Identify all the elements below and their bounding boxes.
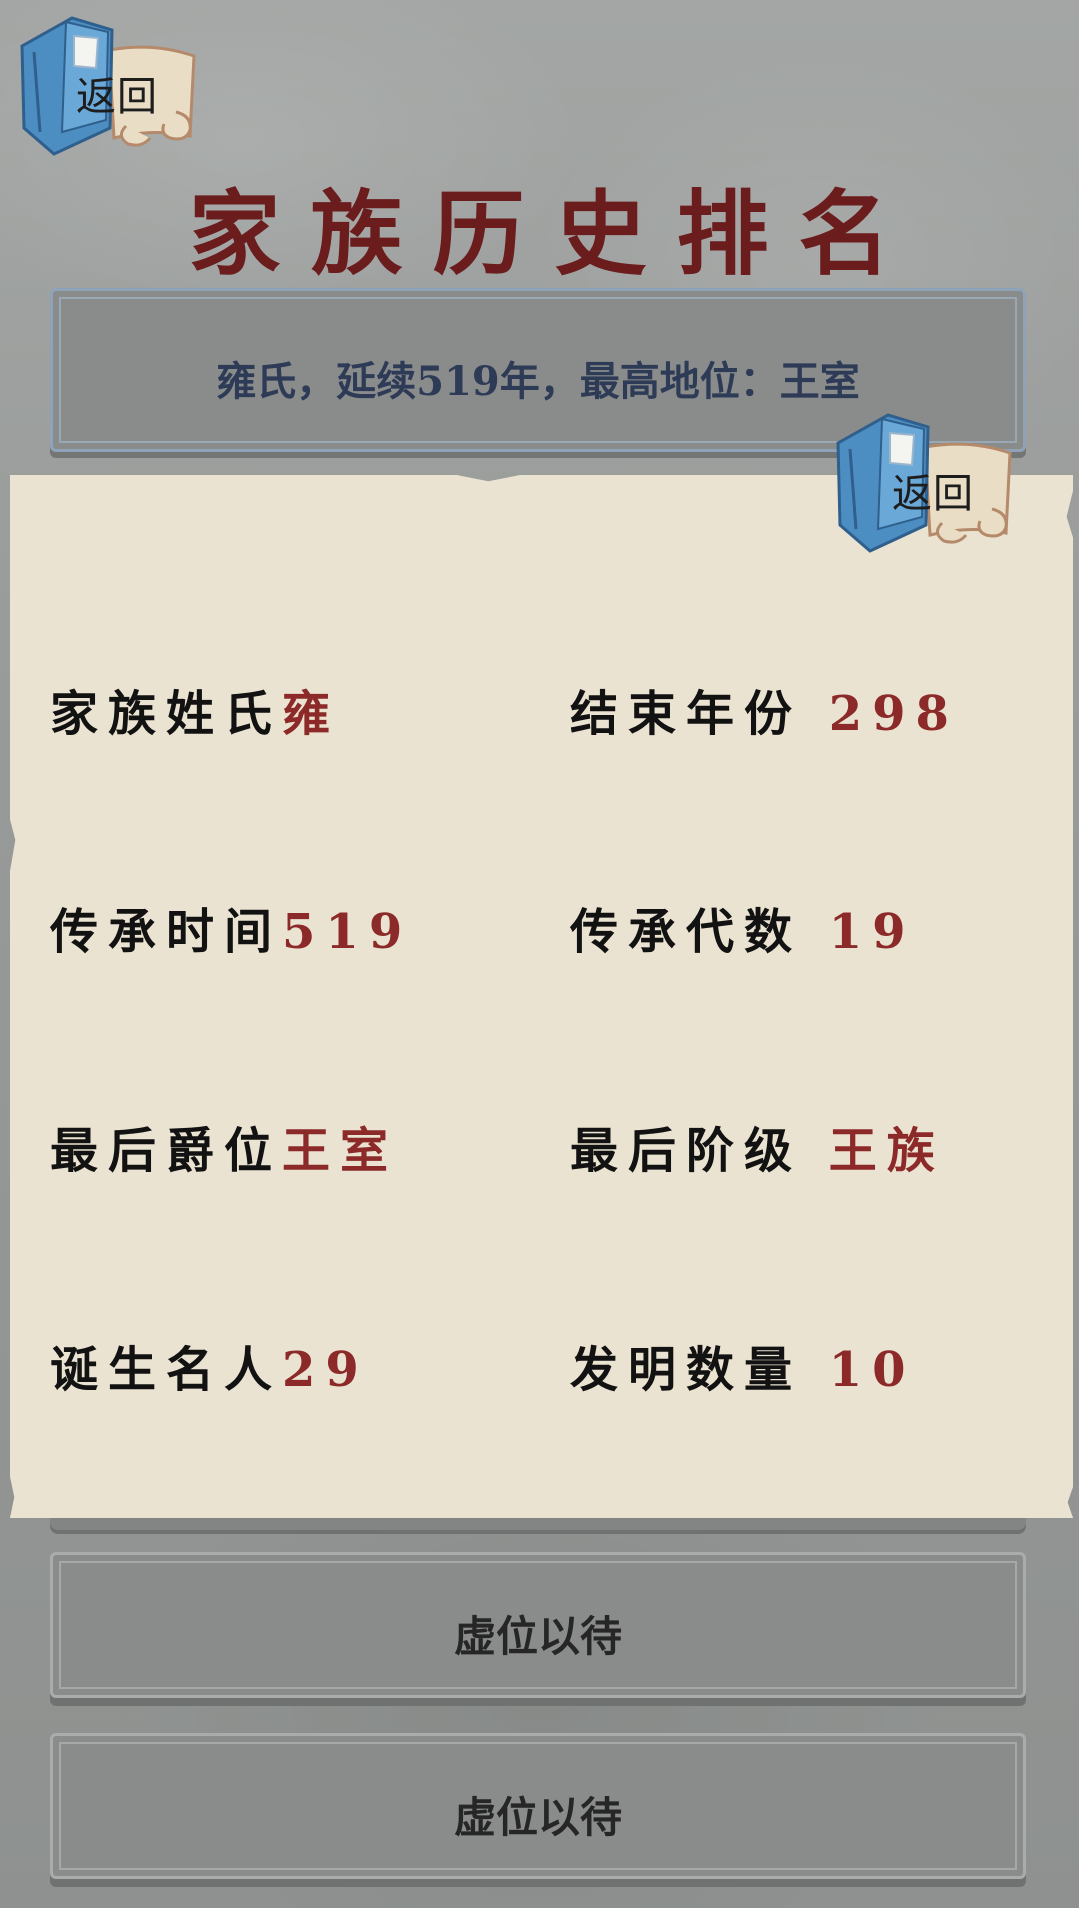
stat-value: 王室: [282, 1123, 399, 1179]
stat-value: 王族: [828, 1123, 945, 1179]
page-title: 家族历史排名: [188, 180, 921, 288]
back-button[interactable]: 返回: [14, 8, 204, 158]
panel-back-button[interactable]: 返回: [830, 405, 1020, 555]
back-label: 返回: [76, 74, 158, 120]
stat-label: 家族姓氏: [50, 686, 283, 742]
stat-label: 发明数量: [570, 1342, 829, 1398]
stat-last-class: 最后阶级 王族: [570, 1127, 945, 1175]
stat-surname: 家族姓氏雍: [50, 690, 340, 738]
ranking-slot-label: 虚位以待: [453, 1793, 622, 1842]
stat-label: 最后爵位: [50, 1123, 283, 1179]
stat-end-year: 结束年份 298: [570, 690, 959, 738]
stat-value: 10: [828, 1342, 916, 1398]
stat-label: 结束年份: [570, 686, 829, 742]
stat-label: 最后阶级: [570, 1123, 829, 1179]
family-summary-text: 雍氏，延续519年，最高地位：王室: [216, 358, 860, 405]
family-detail-panel: 家族姓氏雍 结束年份 298 传承时间519 传承代数 19 最后爵位王室 最后…: [10, 475, 1073, 1518]
ranking-slot-empty[interactable]: 虚位以待: [50, 1552, 1026, 1698]
stat-value: 19: [828, 904, 916, 960]
stat-inventions: 发明数量 10: [570, 1346, 916, 1394]
stat-value: 298: [828, 686, 959, 742]
stat-value: 519: [282, 904, 413, 960]
stat-generations: 传承代数 19: [570, 908, 916, 956]
back-label: 返回: [892, 471, 974, 517]
ranking-slot-empty[interactable]: 虚位以待: [50, 1733, 1026, 1879]
stat-label: 传承代数: [570, 904, 829, 960]
stat-value: 29: [282, 1342, 369, 1398]
stat-label: 诞生名人: [50, 1342, 283, 1398]
stat-value: 雍: [282, 686, 341, 742]
stat-famous-people: 诞生名人29: [50, 1346, 369, 1394]
stat-duration: 传承时间519: [50, 908, 412, 956]
stat-label: 传承时间: [50, 904, 283, 960]
ranking-slot-label: 虚位以待: [453, 1612, 622, 1661]
stat-last-title: 最后爵位王室: [50, 1127, 398, 1175]
